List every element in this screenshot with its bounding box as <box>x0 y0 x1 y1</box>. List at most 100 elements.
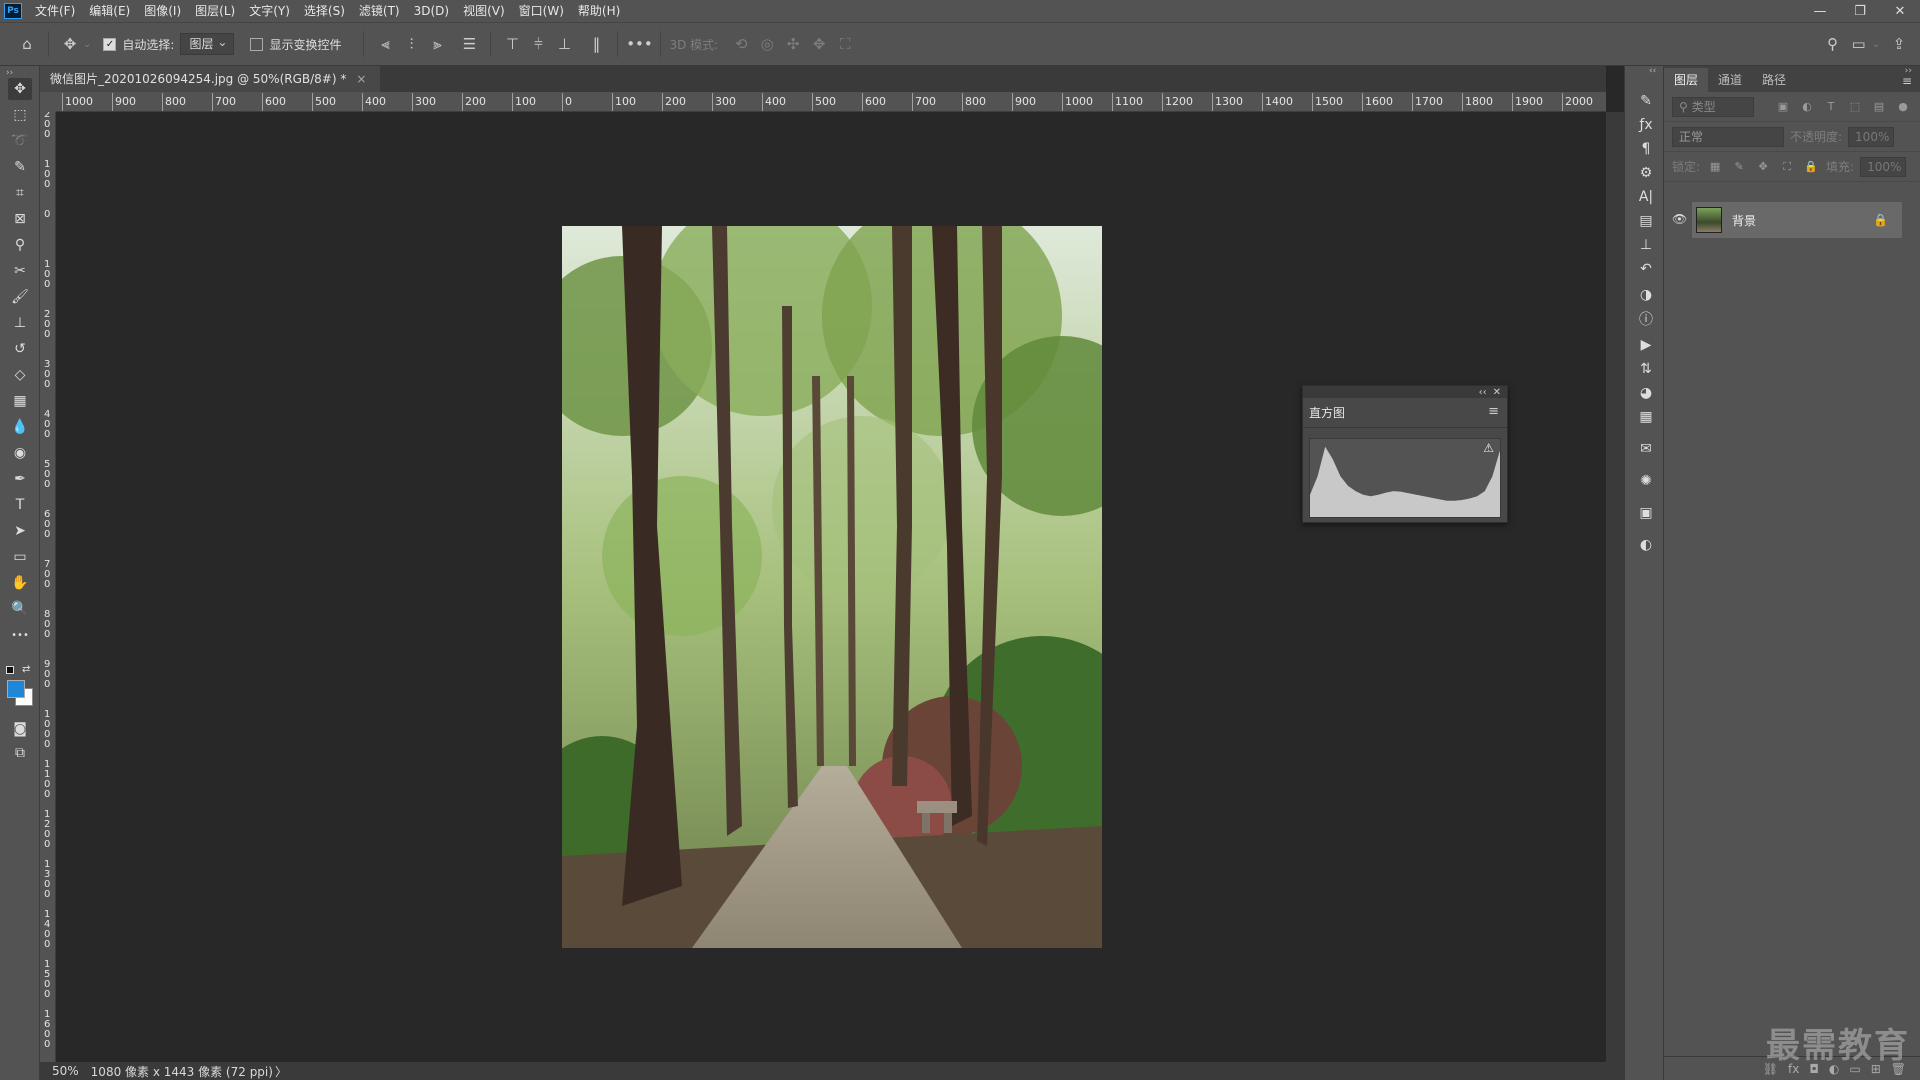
frame-tool-icon[interactable]: ⊠ <box>8 208 32 230</box>
actions-icon[interactable]: ▶ <box>1635 334 1657 356</box>
lock-all-icon[interactable]: 🔒 <box>1802 158 1820 176</box>
marquee-tool-icon[interactable]: ⬚ <box>8 104 32 126</box>
vertical-scrollbar[interactable] <box>1606 112 1624 1062</box>
ruler-origin[interactable] <box>40 92 56 112</box>
filter-shape-icon[interactable]: ⬚ <box>1846 98 1864 116</box>
quick-select-tool-icon[interactable]: ✎ <box>8 156 32 178</box>
close-button[interactable]: ✕ <box>1880 0 1920 22</box>
move-tool-preset-icon[interactable]: ✥ <box>57 31 83 57</box>
zoom-level[interactable]: 50% <box>52 1064 79 1078</box>
filter-toggle-icon[interactable]: ● <box>1894 98 1912 116</box>
histogram-panel[interactable]: ‹‹ ✕ 直方图 ≡ ⚠ <box>1302 385 1508 523</box>
filter-pixel-icon[interactable]: ▣ <box>1774 98 1792 116</box>
navigator-icon[interactable]: ✺ <box>1635 470 1657 492</box>
filter-adjustment-icon[interactable]: ◐ <box>1798 98 1816 116</box>
menu-edit[interactable]: 编辑(E) <box>82 0 137 22</box>
show-transform-checkbox[interactable] <box>250 37 264 51</box>
menu-select[interactable]: 选择(S) <box>297 0 352 22</box>
collapse-icon[interactable]: ‹‹ <box>1479 387 1487 398</box>
brush-settings-icon[interactable]: ✎ <box>1635 90 1657 112</box>
align-left-icon[interactable]: ⫷ <box>372 31 398 57</box>
filter-smart-object-icon[interactable]: ▤ <box>1870 98 1888 116</box>
collapse-panel-icon[interactable]: ›› <box>1905 66 1912 76</box>
clone-source-icon[interactable]: ⊥ <box>1635 234 1657 256</box>
home-icon[interactable]: ⌂ <box>14 31 40 57</box>
collapse-dock-icon[interactable]: ‹‹ <box>1649 66 1656 76</box>
layer-row-background[interactable]: 背景 🔒 <box>1692 202 1902 238</box>
eyedropper-tool-icon[interactable]: ⚲ <box>8 234 32 256</box>
pen-tool-icon[interactable]: ✒ <box>8 468 32 490</box>
menu-filter[interactable]: 滤镜(T) <box>352 0 407 22</box>
close-tab-icon[interactable]: × <box>356 66 366 92</box>
lock-artboard-icon[interactable]: ⛶ <box>1778 158 1796 176</box>
panel-menu-icon[interactable]: ≡ <box>1488 404 1499 419</box>
default-colors-icon[interactable] <box>6 666 14 674</box>
auto-select-checkbox[interactable]: ✓ <box>103 37 117 51</box>
close-icon[interactable]: ✕ <box>1493 387 1501 398</box>
document-tab[interactable]: 微信图片_20201026094254.jpg @ 50%(RGB/8#) * … <box>40 66 381 92</box>
visibility-eye-icon[interactable]: 👁 <box>1672 212 1687 226</box>
blend-mode-dropdown[interactable]: 正常 <box>1672 126 1784 147</box>
dodge-tool-icon[interactable]: ◉ <box>8 442 32 464</box>
align-top-icon[interactable]: ⊤ <box>499 31 525 57</box>
table-icon[interactable]: ▦ <box>1635 406 1657 428</box>
character-icon[interactable]: A| <box>1635 186 1657 208</box>
cache-warning-icon[interactable]: ⚠ <box>1483 441 1494 455</box>
type-tool-icon[interactable]: T <box>8 494 32 516</box>
notes-icon[interactable]: ✉ <box>1635 438 1657 460</box>
eraser-tool-icon[interactable]: ◇ <box>8 364 32 386</box>
filter-type-icon[interactable]: T <box>1822 98 1840 116</box>
zoom-tool-icon[interactable]: 🔍 <box>8 598 32 620</box>
workspace-icon[interactable]: ▭ <box>1846 31 1872 57</box>
menu-help[interactable]: 帮助(H) <box>571 0 627 22</box>
tab-layers[interactable]: 图层 <box>1664 68 1709 92</box>
status-menu-arrow[interactable]: 〉 <box>275 1063 287 1080</box>
history-icon[interactable]: ↶ <box>1635 258 1657 280</box>
fill-field[interactable]: 100% <box>1860 156 1907 177</box>
opacity-field[interactable]: 100% <box>1848 126 1895 147</box>
distribute-vertical-icon[interactable]: ‖ <box>583 31 609 57</box>
history-brush-tool-icon[interactable]: ↺ <box>8 338 32 360</box>
minimize-button[interactable]: — <box>1800 0 1840 22</box>
restore-button[interactable]: ❐ <box>1840 0 1880 22</box>
swatches-icon[interactable]: ⇅ <box>1635 358 1657 380</box>
panel-menu-icon[interactable]: ≡ <box>1902 74 1920 92</box>
menu-layer[interactable]: 图层(L) <box>188 0 242 22</box>
blur-tool-icon[interactable]: 💧 <box>8 416 32 438</box>
quick-mask-icon[interactable]: ◙ <box>8 718 32 740</box>
vertical-ruler[interactable]: 200 100 0 100 200 300 400 500 600 700 800 900 1000 11… <box>40 112 56 1062</box>
lock-pixels-icon[interactable]: ✎ <box>1730 158 1748 176</box>
shape-tool-icon[interactable]: ▭ <box>8 546 32 568</box>
document-image[interactable] <box>562 226 1102 948</box>
align-bottom-icon[interactable]: ⊥ <box>551 31 577 57</box>
swap-colors-icon[interactable]: ⇄ <box>22 664 30 675</box>
foreground-color-swatch[interactable] <box>7 680 25 698</box>
share-icon[interactable]: ⇪ <box>1886 31 1912 57</box>
color-icon[interactable]: ◐ <box>1635 534 1657 556</box>
tab-paths[interactable]: 路径 <box>1752 68 1796 92</box>
move-tool-icon[interactable]: ✥ <box>8 78 32 100</box>
layer-lock-icon[interactable]: 🔒 <box>1873 213 1888 227</box>
horizontal-ruler[interactable]: 1000 900 800 700 600 500 400 300 200 100 0 100 200 30… <box>56 92 1606 112</box>
auto-select-target-dropdown[interactable]: 图层 <box>180 32 235 55</box>
timeline-icon[interactable]: ▣ <box>1635 502 1657 524</box>
search-icon[interactable]: ⚲ <box>1820 31 1846 57</box>
info-icon[interactable]: ⓘ <box>1635 308 1657 330</box>
align-hcenter-icon[interactable]: ⫶ <box>398 31 424 57</box>
menu-file[interactable]: 文件(F) <box>28 0 82 22</box>
stamp-tool-icon[interactable]: ⊥ <box>8 312 32 334</box>
libraries-icon[interactable]: ▤ <box>1635 210 1657 232</box>
layer-filter-dropdown[interactable]: ⚲ 类型 <box>1672 96 1754 117</box>
paragraph-icon[interactable]: ¶ <box>1635 138 1657 160</box>
more-options-button[interactable]: ••• <box>626 31 653 57</box>
gradient-tool-icon[interactable]: ▦ <box>8 390 32 412</box>
channels-3d-icon[interactable]: ◕ <box>1635 382 1657 404</box>
distribute-horizontal-icon[interactable]: ☰ <box>456 31 482 57</box>
expand-panel-icon[interactable]: ›› <box>6 68 13 78</box>
menu-window[interactable]: 窗口(W) <box>512 0 571 22</box>
adjustments-icon[interactable]: ◑ <box>1635 284 1657 306</box>
chevron-down-icon[interactable]: ⌄ <box>1872 39 1880 50</box>
histogram-panel-header[interactable]: ‹‹ ✕ <box>1303 386 1507 398</box>
hand-tool-icon[interactable]: ✋ <box>8 572 32 594</box>
tab-channels[interactable]: 通道 <box>1708 68 1752 92</box>
